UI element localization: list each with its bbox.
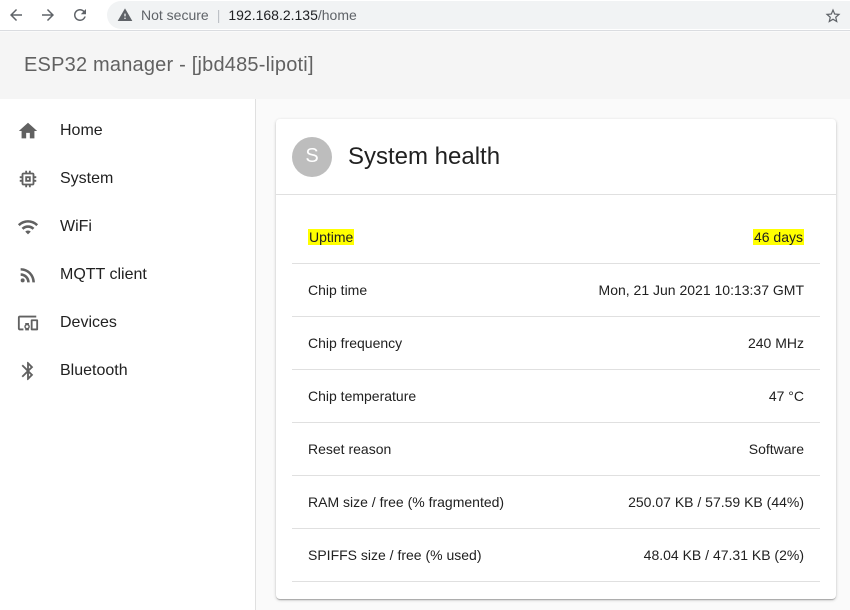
table-row: Uptime 46 days — [292, 211, 820, 264]
row-value: Software — [748, 441, 804, 457]
sidebar-item-label: WiFi — [60, 218, 92, 235]
warning-icon — [117, 8, 133, 21]
browser-toolbar: Not secure | 192.168.2.135/home — [0, 0, 850, 31]
sidebar-item-label: Home — [60, 122, 103, 139]
system-health-table: Uptime 46 days Chip time Mon, 21 Jun 202… — [292, 211, 820, 582]
url-host: 192.168.2.135 — [228, 7, 318, 23]
arrow-left-icon — [10, 9, 22, 21]
address-bar[interactable]: Not secure | 192.168.2.135/home — [107, 1, 850, 29]
reload-button[interactable] — [64, 0, 96, 31]
row-label: Chip time — [308, 282, 368, 298]
row-label: Chip frequency — [308, 335, 403, 351]
row-value: 250.07 KB / 57.59 KB (44%) — [628, 494, 804, 510]
sidebar-item-mqtt-client[interactable]: MQTT client — [0, 251, 255, 299]
row-label: SPIFFS size / free (% used) — [308, 547, 482, 563]
row-value: 47 °C — [768, 388, 804, 404]
card-header: S System health — [276, 119, 836, 195]
sidebar-item-bluetooth[interactable]: Bluetooth — [0, 347, 255, 395]
row-label: RAM size / free (% fragmented) — [308, 494, 505, 510]
url-separator: | — [216, 7, 221, 23]
sidebar-item-system[interactable]: System — [0, 155, 255, 203]
system-health-card: S System health Uptime 46 days Chip time… — [276, 119, 836, 599]
row-label: Reset reason — [308, 441, 392, 457]
row-label: Uptime — [308, 229, 355, 245]
back-button[interactable] — [0, 0, 32, 31]
table-row: Chip temperature 47 °C — [292, 370, 820, 423]
sidebar-item-devices[interactable]: Devices — [0, 299, 255, 347]
sidebar-item-label: System — [60, 170, 114, 187]
sidebar-item-home[interactable]: Home — [0, 107, 255, 155]
sidebar-item-label: MQTT client — [60, 266, 147, 283]
row-value: 240 MHz — [747, 335, 804, 351]
devices-icon — [16, 311, 40, 335]
url-path: /home — [317, 7, 357, 23]
wifi-icon — [16, 215, 40, 239]
app-title: ESP32 manager - [jbd485-lipoti] — [24, 54, 314, 76]
table-row: Chip time Mon, 21 Jun 2021 10:13:37 GMT — [292, 264, 820, 317]
row-label: Chip temperature — [308, 388, 417, 404]
rss-icon — [16, 263, 40, 287]
table-row: Reset reason Software — [292, 423, 820, 476]
sidebar-item-label: Devices — [60, 314, 117, 331]
sidebar-item-wifi[interactable]: WiFi — [0, 203, 255, 251]
bluetooth-icon — [16, 359, 40, 383]
bookmark-star-icon[interactable] — [824, 7, 842, 25]
row-value: 48.04 KB / 47.31 KB (2%) — [643, 547, 804, 563]
row-value: Mon, 21 Jun 2021 10:13:37 GMT — [598, 282, 804, 298]
app-bar: ESP32 manager - [jbd485-lipoti] — [0, 32, 850, 99]
table-row: SPIFFS size / free (% used) 48.04 KB / 4… — [292, 529, 820, 582]
arrow-right-icon — [42, 9, 54, 21]
sidebar-item-label: Bluetooth — [60, 362, 128, 379]
row-value: 46 days — [752, 229, 804, 245]
main-content: S System health Uptime 46 days Chip time… — [257, 99, 850, 610]
security-label: Not secure — [141, 7, 209, 23]
table-row: RAM size / free (% fragmented) 250.07 KB… — [292, 476, 820, 529]
chip-icon — [16, 167, 40, 191]
card-title: System health — [348, 142, 501, 170]
avatar: S — [292, 136, 332, 177]
home-icon — [16, 119, 40, 143]
forward-button[interactable] — [32, 0, 64, 31]
reload-icon — [74, 8, 86, 21]
sidebar: Home System WiFi MQTT client Devices Blu… — [0, 99, 256, 610]
table-row: Chip frequency 240 MHz — [292, 317, 820, 370]
